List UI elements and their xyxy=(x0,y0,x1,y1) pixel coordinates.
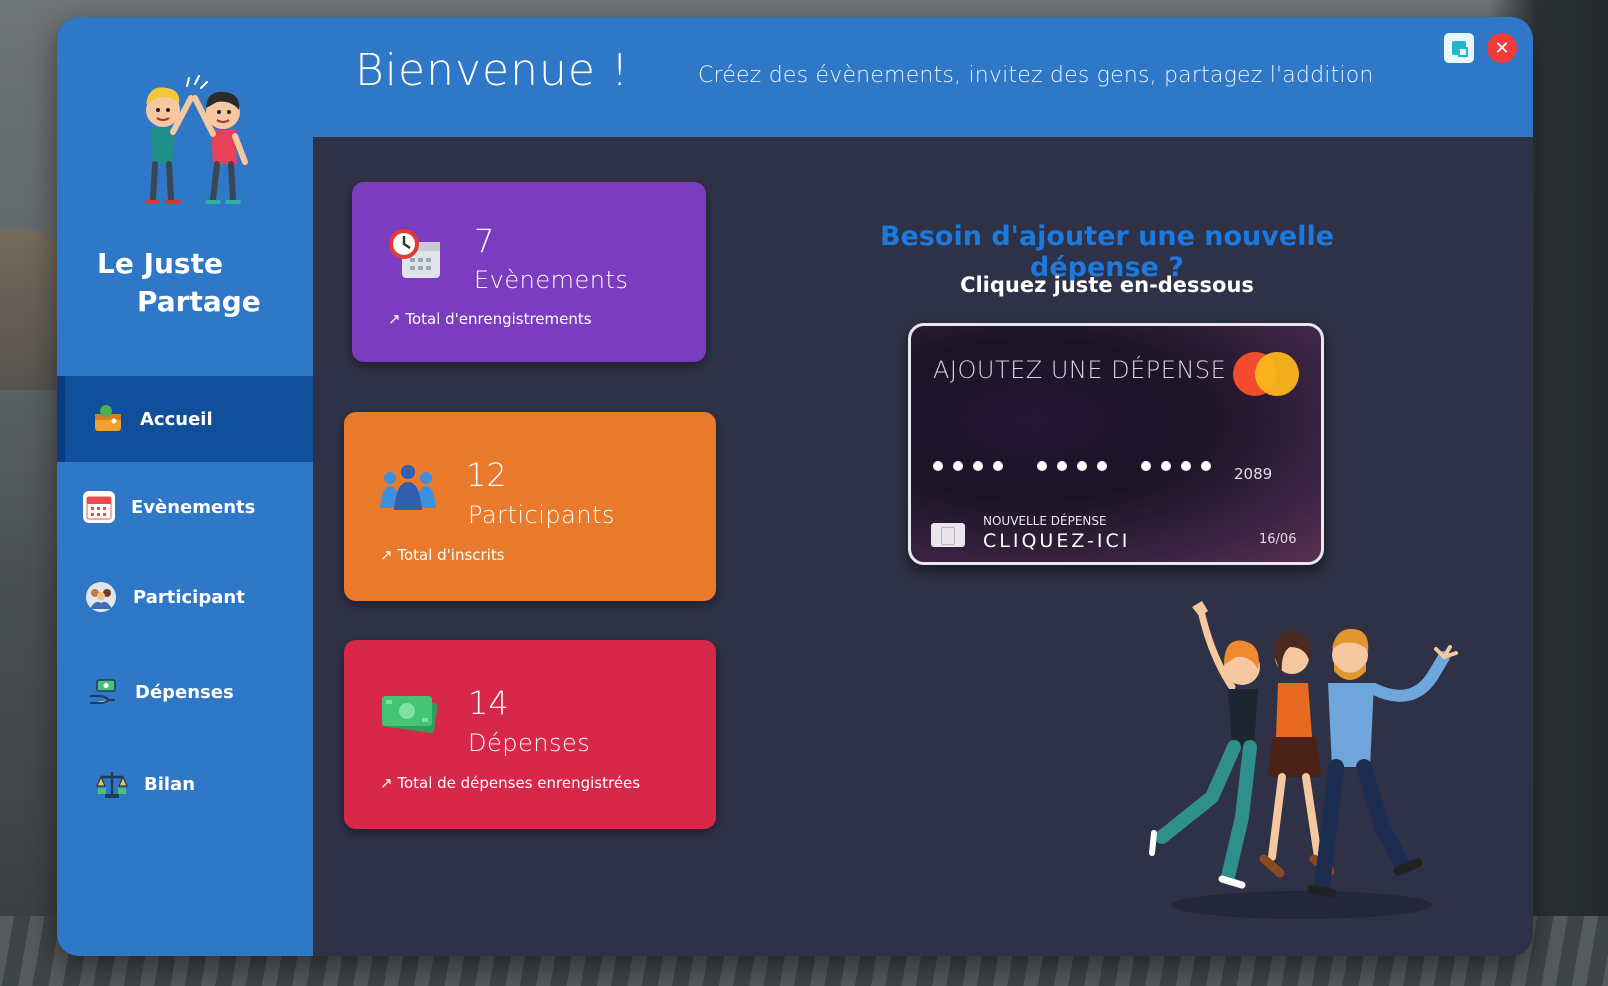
stat-footer: ↗ Total de dépenses enrengistrées xyxy=(380,774,641,792)
card-caption: NOUVELLE DÉPENSE xyxy=(983,514,1107,528)
minimize-icon xyxy=(1452,41,1468,57)
brand-name: Le Juste Partage xyxy=(97,245,261,321)
calendar-clock-icon xyxy=(389,229,440,278)
sidebar-item-label: Dépenses xyxy=(135,681,234,703)
card-action-label: CLIQUEZ-ICI xyxy=(983,530,1131,552)
header-bar: Bienvenue ! Créez des évènements, invite… xyxy=(313,17,1533,137)
stat-value: 12 xyxy=(466,456,507,494)
sidebar-item-label: Participant xyxy=(133,586,245,608)
page-title: Bienvenue ! xyxy=(355,45,630,96)
cta-subtitle: Cliquez juste en-dessous xyxy=(960,273,1254,297)
stat-value: 14 xyxy=(468,684,509,722)
brand-line-2: Partage xyxy=(137,285,261,318)
money-hand-icon xyxy=(87,676,119,708)
add-expense-card-button[interactable]: AJOUTEZ UNE DÉPENSE 2089 NOUVELLE DÉPENS… xyxy=(908,323,1324,565)
card-last-digits: 2089 xyxy=(1234,465,1273,483)
stat-footer: ↗ Total d'inscrits xyxy=(380,546,505,564)
wallet-icon xyxy=(92,403,124,435)
stat-card-depenses[interactable]: 14 Dépenses ↗ Total de dépenses enrengis… xyxy=(344,640,716,829)
card-expiry: 16/06 xyxy=(1259,532,1297,547)
app-window: Le Juste Partage Accueil Evènements Part… xyxy=(57,17,1533,956)
brand-line-1: Le Juste xyxy=(97,247,223,280)
sidebar-item-depenses[interactable]: Dépenses xyxy=(57,649,313,735)
calendar-icon xyxy=(83,491,115,523)
card-title: AJOUTEZ UNE DÉPENSE xyxy=(933,356,1227,384)
stat-card-evenements[interactable]: 7 Evènements ↗ Total d'enrengistrements xyxy=(352,182,706,362)
high-five-logo-icon xyxy=(145,75,248,204)
close-icon: ✕ xyxy=(1494,37,1510,59)
sidebar-item-bilan[interactable]: Bilan xyxy=(57,741,313,827)
stat-footer: ↗ Total d'enrengistrements xyxy=(388,310,592,328)
close-button[interactable]: ✕ xyxy=(1487,33,1517,63)
stat-label: Dépenses xyxy=(468,729,591,757)
sidebar-item-evenements[interactable]: Evènements xyxy=(57,464,313,550)
page-subtitle: Créez des évènements, invitez des gens, … xyxy=(698,63,1374,88)
minimize-button[interactable] xyxy=(1444,33,1474,63)
stat-label: Participants xyxy=(468,501,615,529)
people-icon xyxy=(85,581,117,613)
group-icon xyxy=(380,465,436,510)
stat-label: Evènements xyxy=(474,266,629,294)
stat-card-participants[interactable]: 12 Participants ↗ Total d'inscrits xyxy=(344,412,716,601)
sidebar-item-label: Accueil xyxy=(140,408,213,430)
balance-icon xyxy=(96,768,128,800)
card-number-dots xyxy=(933,461,1211,471)
card-logo-icon-overlap xyxy=(1255,352,1299,396)
banknotes-icon xyxy=(382,696,438,733)
sidebar-item-label: Bilan xyxy=(144,773,196,795)
sidebar-item-accueil[interactable]: Accueil xyxy=(57,376,313,462)
card-chip-icon xyxy=(931,523,965,547)
sidebar-item-participant[interactable]: Participant xyxy=(57,554,313,640)
sidebar: Le Juste Partage Accueil Evènements Part… xyxy=(57,17,313,956)
sidebar-item-label: Evènements xyxy=(131,496,256,518)
happy-friends-illustration xyxy=(1149,601,1458,919)
stat-value: 7 xyxy=(474,222,495,260)
